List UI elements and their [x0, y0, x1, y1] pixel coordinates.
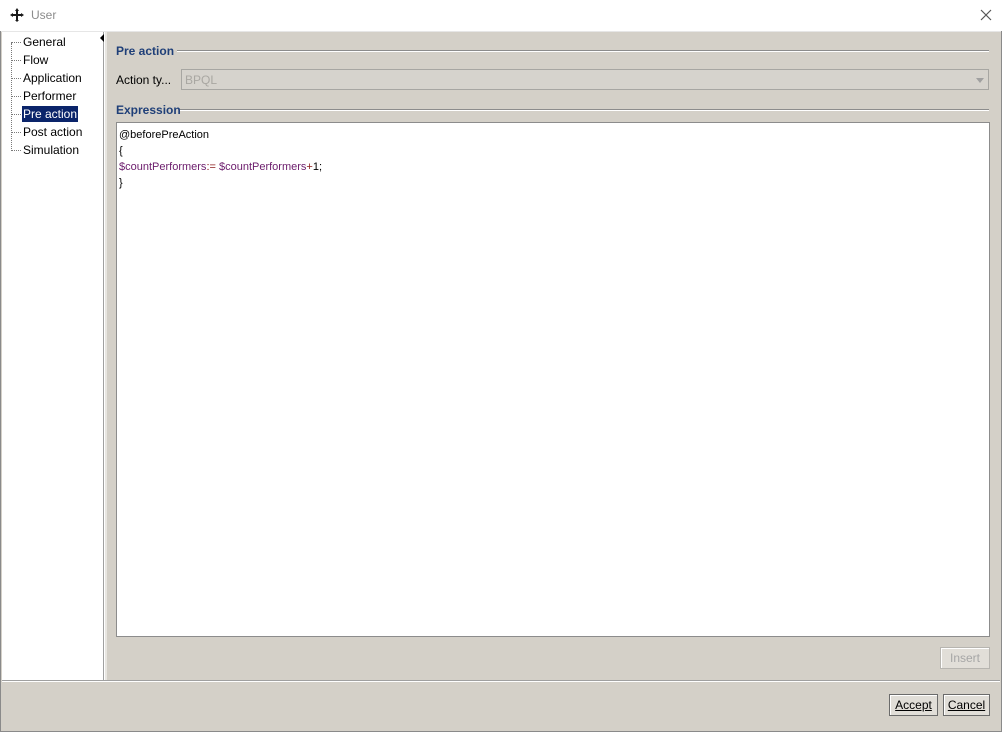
tree-branch-line — [11, 78, 21, 79]
tree-branch-line — [11, 132, 21, 133]
accept-button[interactable]: Accept — [889, 694, 938, 716]
panel-splitter[interactable] — [104, 32, 107, 680]
footer-divider — [2, 680, 1000, 682]
section-divider — [180, 109, 989, 111]
tree-item-post-action[interactable]: Post action — [11, 123, 103, 141]
section-divider — [177, 50, 989, 52]
tree-item-label: Performer — [23, 89, 77, 103]
code-number: 1; — [312, 161, 323, 173]
chevron-down-icon — [976, 78, 984, 83]
action-type-value: BPQL — [185, 73, 218, 87]
tree-branch-line — [11, 60, 21, 61]
tree-item-flow[interactable]: Flow — [11, 51, 103, 69]
code-variable: $countPerformers — [119, 161, 207, 173]
code-operator: := — [206, 161, 216, 173]
tree-item-general[interactable]: General — [11, 33, 103, 51]
cancel-button[interactable]: Cancel — [943, 694, 990, 716]
tree-item-pre-action[interactable]: Pre action — [11, 105, 103, 123]
expression-editor[interactable]: @beforePreAction { $countPerformers:= $c… — [116, 122, 990, 637]
tree-item-label: General — [23, 35, 66, 49]
insert-button[interactable]: Insert — [940, 647, 990, 669]
code-line: { — [119, 143, 987, 159]
plus-cross-icon — [10, 8, 24, 22]
tree-branch-line — [11, 96, 21, 97]
tree-item-label: Post action — [23, 125, 83, 139]
code-line: @beforePreAction — [119, 127, 987, 143]
tree-item-label: Simulation — [23, 143, 80, 157]
window-title: User — [31, 8, 57, 22]
expression-section-title: Expression — [116, 103, 181, 117]
action-type-select[interactable]: BPQL — [181, 69, 989, 90]
tree-item-label: Application — [23, 71, 82, 85]
cancel-button-label: Cancel — [947, 698, 986, 712]
tree-item-performer[interactable]: Performer — [11, 87, 103, 105]
tree-item-label: Pre action — [22, 106, 79, 122]
pre-action-section-title: Pre action — [116, 44, 175, 58]
tree-item-label: Flow — [23, 53, 49, 67]
navigation-tree: General Flow Application Performer Pre a… — [2, 32, 104, 680]
action-type-label: Action ty... — [116, 73, 172, 87]
close-button[interactable] — [970, 0, 1002, 31]
code-line: $countPerformers:= $countPerformers+1; — [119, 159, 987, 175]
tree-branch-line — [11, 114, 21, 115]
tree-branch-line — [11, 42, 21, 43]
code-brace-close: } — [119, 177, 123, 189]
code-brace-open: { — [119, 145, 123, 157]
code-variable: $countPerformers — [218, 161, 307, 173]
tree-item-simulation[interactable]: Simulation — [11, 141, 103, 159]
insert-button-label: Insert — [949, 651, 980, 665]
close-icon — [980, 9, 992, 21]
code-annotation: @beforePreAction — [119, 129, 210, 141]
accept-button-label: Accept — [895, 698, 932, 712]
code-line: } — [119, 175, 987, 191]
tree-item-application[interactable]: Application — [11, 69, 103, 87]
tree-branch-line — [11, 150, 21, 151]
title-bar: User — [0, 0, 1002, 32]
